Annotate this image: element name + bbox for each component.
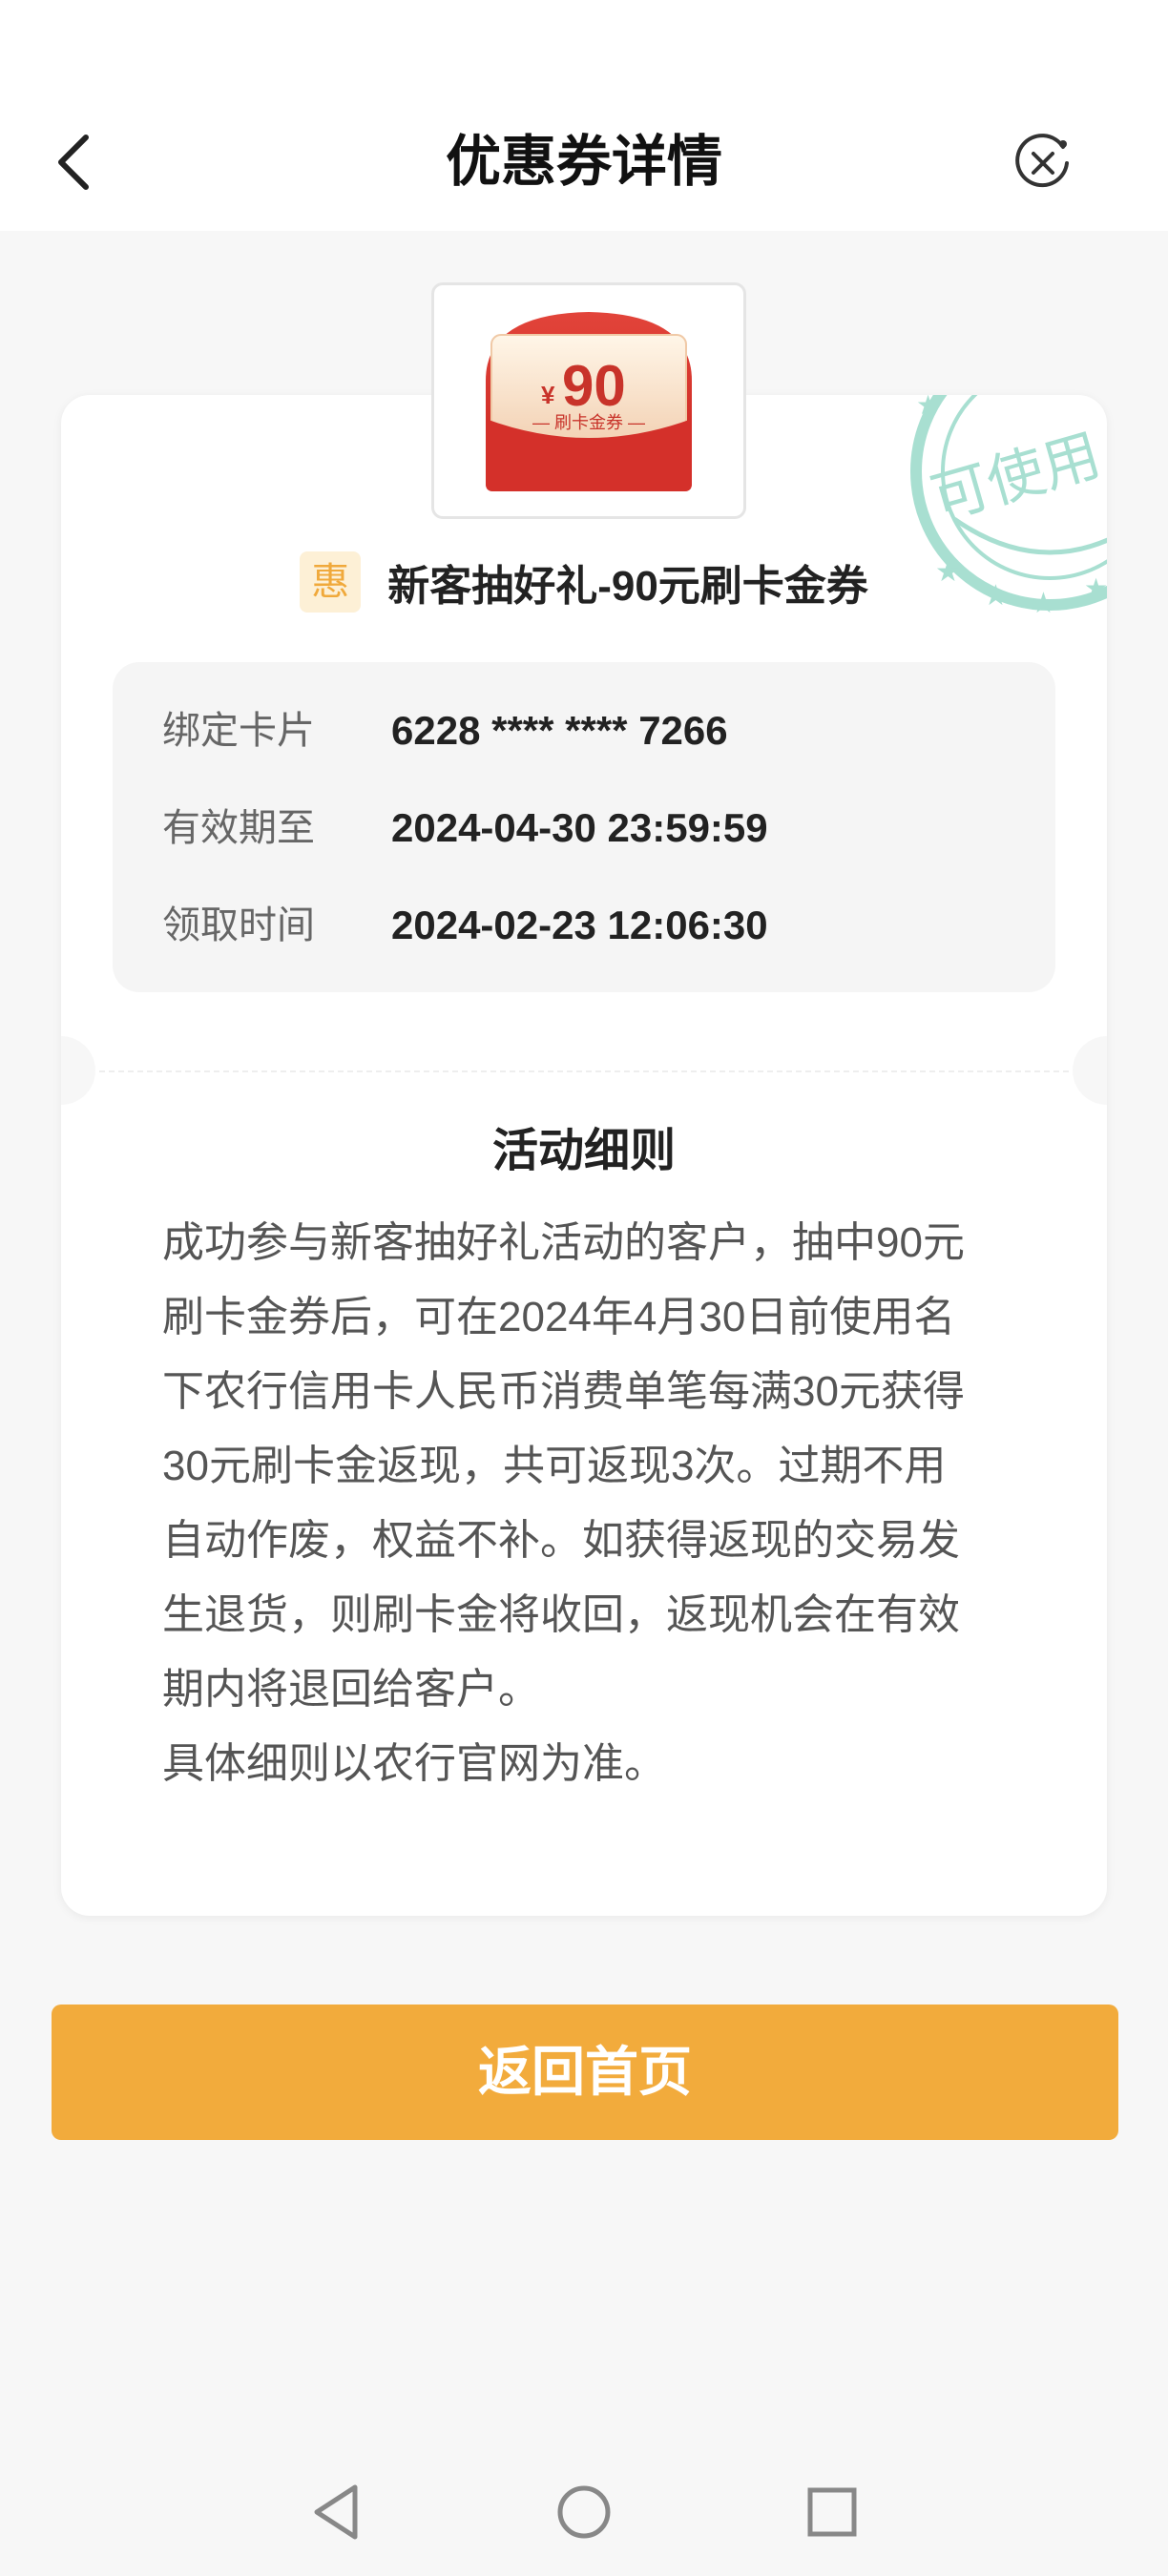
- svg-text:★: ★: [916, 395, 940, 420]
- discount-badge: 惠: [300, 551, 362, 613]
- available-stamp: ★ ★ ★ ★ ★ ★ 可使用: [910, 395, 1107, 619]
- info-label: 有效期至: [162, 807, 315, 849]
- info-label: 领取时间: [162, 904, 315, 946]
- coupon-name-row: 惠 新客抽好礼-90元刷卡金券: [61, 548, 1107, 616]
- coupon-amount: 90: [562, 354, 626, 418]
- nav-recents-square-icon: [807, 2487, 857, 2537]
- dashed-divider: [99, 1070, 1069, 1072]
- red-envelope-coupon-icon: ¥ 90 — 刷卡金券 —: [486, 312, 692, 491]
- info-value: 2024-04-30 23:59:59: [391, 805, 768, 850]
- info-label: 绑定卡片: [162, 710, 315, 752]
- coupon-type-label: — 刷卡金券 —: [532, 413, 645, 432]
- info-value: 2024-02-23 12:06:30: [391, 903, 768, 947]
- close-button[interactable]: [1013, 134, 1073, 193]
- nav-home-button[interactable]: [553, 2482, 615, 2543]
- stamp-text: 可使用: [925, 423, 1107, 531]
- return-home-button[interactable]: 返回首页: [52, 2005, 1118, 2140]
- nav-recents-button[interactable]: [802, 2482, 863, 2543]
- nav-back-button[interactable]: [307, 2482, 368, 2543]
- top-app-bar: 优惠券详情: [0, 0, 1168, 231]
- page-title: 优惠券详情: [445, 131, 722, 193]
- close-circle-icon: [1015, 134, 1069, 188]
- rules-text: 成功参与新客抽好礼活动的客户，抽中90元 刷卡金券后，可在2024年4月30日前…: [162, 1219, 965, 1787]
- system-navigation-bar: [0, 2447, 1168, 2576]
- ticket-notch-right: [1073, 1036, 1107, 1105]
- ticket-notch-left: [61, 1036, 95, 1105]
- nav-back-triangle-icon: [314, 2484, 358, 2540]
- coupon-detail-card: ★ ★ ★ ★ ★ ★ 可使用 惠 新客抽好礼-90元刷卡金券 绑定卡片 622…: [61, 395, 1107, 1916]
- coupon-image: ¥ 90 — 刷卡金券 —: [431, 282, 746, 519]
- coupon-info-box: 绑定卡片 6228 **** **** 7266 有效期至 2024-04-30…: [113, 662, 1055, 992]
- coupon-name: 新客抽好礼-90元刷卡金券: [387, 563, 868, 610]
- nav-home-circle-icon: [557, 2485, 611, 2539]
- coupon-currency: ¥: [541, 381, 555, 409]
- info-value: 6228 **** **** 7266: [391, 708, 728, 753]
- rules-title: 活动细则: [491, 1126, 676, 1176]
